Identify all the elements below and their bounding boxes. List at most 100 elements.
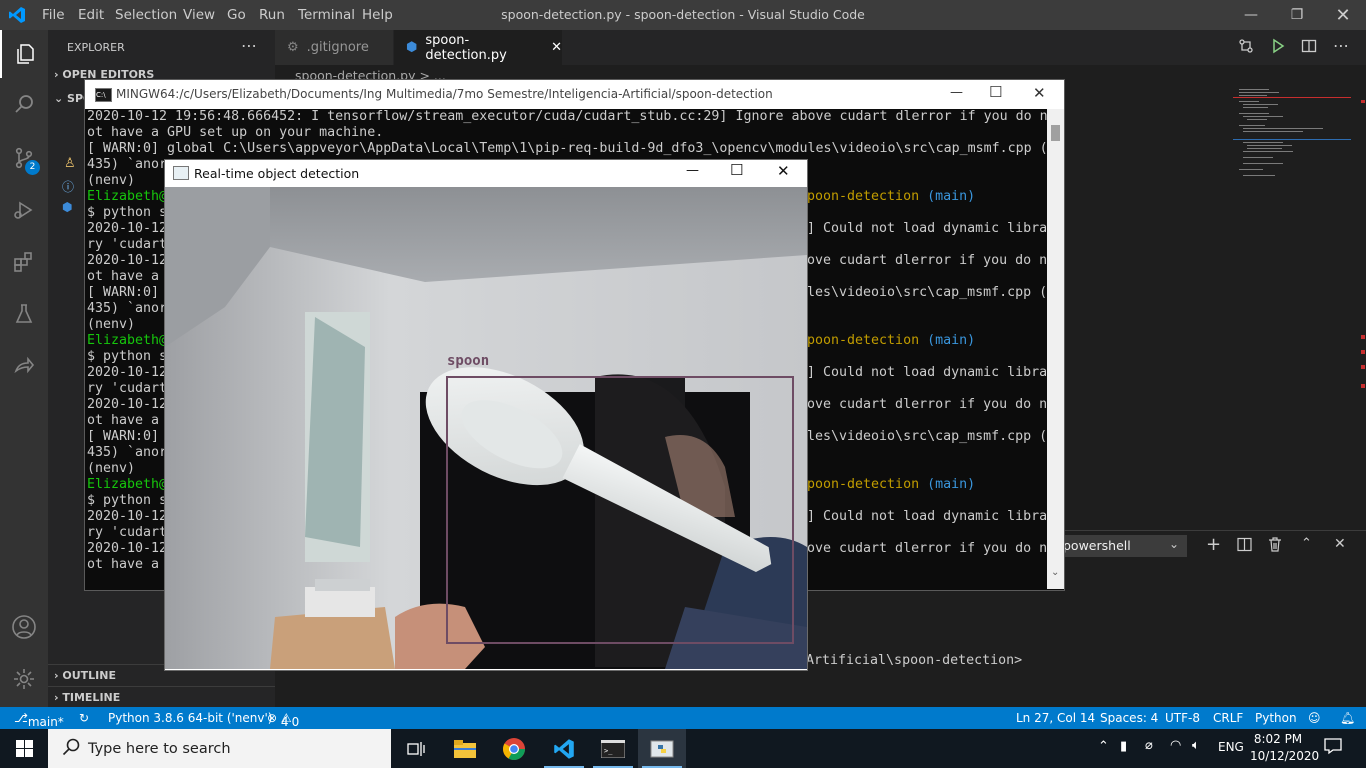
language-mode[interactable]: Python [1255,711,1297,725]
git-branch-label: (main) [919,333,976,348]
vscode-taskbar-icon[interactable] [540,729,588,768]
chrome-icon[interactable] [490,729,538,768]
activity-bar: 2 [0,30,48,707]
scrollbar-thumb[interactable] [1051,125,1060,141]
terminal-line-fragment: poon-detection (main) [807,333,975,349]
wifi-icon[interactable]: ◠ [1170,738,1181,753]
outline-section[interactable]: › OUTLINE [54,669,116,682]
maximize-button[interactable]: ☐ [989,83,1002,101]
more-actions-icon[interactable]: ⋯ [1333,36,1349,55]
terminal-line: ry 'cudart [87,525,168,540]
minimize-button[interactable]: — [686,163,699,178]
volume-icon[interactable]: 🔈︎ [1192,738,1200,753]
camera-frame: spoon [165,187,807,669]
terminal-line: ot have a [87,413,160,428]
run-debug-icon[interactable] [0,186,48,234]
account-icon[interactable] [0,603,48,651]
mingw-title-bar[interactable]: C:\ MINGW64:/c/Users/Elizabeth/Documents… [85,80,1064,109]
indentation[interactable]: Spaces: 4 [1100,711,1158,725]
minimize-button[interactable]: — [1228,0,1274,30]
minimize-button[interactable]: — [950,85,963,100]
terminal-shell-select[interactable]: powershell ⌄ [1063,535,1187,557]
network-icon[interactable]: ⌀ [1145,738,1153,753]
show-hidden-icons-icon[interactable]: ⌃ [1098,739,1109,754]
testing-flask-icon[interactable] [0,290,48,338]
source-control-icon[interactable]: 2 [0,134,48,182]
line-ending[interactable]: CRLF [1213,711,1243,725]
windows-start-icon[interactable] [0,729,48,768]
panel-prompt: Artificial\spoon-detection> [806,653,1023,668]
close-button[interactable]: ✕ [1320,0,1366,30]
clock-date: 10/12/2020 [1250,749,1320,763]
timeline-label: TIMELINE [62,691,121,704]
open-changes-icon[interactable] [1238,38,1254,58]
title-bar: File Edit Selection View Go Run Terminal… [0,0,1366,30]
mingw-title: MINGW64:/c/Users/Elizabeth/Documents/Ing… [116,87,773,101]
scrollbar[interactable]: ⌄ [1047,109,1064,589]
terminal-line-fragment: poon-detection (main) [807,477,975,493]
extensions-icon[interactable] [0,238,48,286]
split-terminal-icon[interactable] [1237,537,1252,556]
python-taskbar-icon[interactable] [638,729,686,768]
clock[interactable]: 8:02 PM 10/12/2020 [1250,731,1320,765]
split-editor-icon[interactable] [1301,38,1317,58]
maximize-panel-icon[interactable]: ⌃ [1301,536,1312,551]
app-window-icon [173,166,189,180]
run-python-file-icon[interactable] [1270,38,1286,58]
problems-status[interactable]: ⊗ 4 ⚠ 0 [267,711,299,729]
explorer-icon[interactable] [0,30,50,78]
terminal-fragment-text: ] Could not load dynamic libra [807,221,1047,236]
cursor-position[interactable]: Ln 27, Col 14 [1016,711,1095,725]
maximize-button[interactable]: ☐ [730,161,743,179]
python-file-icon: ⬢ [406,40,418,55]
terminal-line: 435) `anor [87,445,168,460]
timeline-section[interactable]: › TIMELINE [54,691,120,704]
detection-window[interactable]: Real-time object detection — ☐ ✕ spoon [164,159,808,671]
terminal-line-fragment: ] Could not load dynamic libra [807,365,1047,381]
detection-label: spoon [447,353,490,369]
python-interpreter[interactable]: Python 3.8.6 64-bit ('nenv') [108,711,272,725]
svg-text:>_: >_ [604,747,613,755]
branch-status[interactable]: ⎇ main* [14,711,64,729]
tab-gitignore[interactable]: ⚙ .gitignore [275,30,393,65]
terminal-fragment-text: les\videoio\src\cap_msmf.cpp ( [807,429,1047,444]
clock-time: 8:02 PM [1253,732,1303,746]
gear-file-icon: ⚙ [287,40,299,55]
trash-icon[interactable] [1268,537,1282,556]
close-button[interactable]: ✕ [777,162,790,180]
close-tab-icon[interactable]: ✕ [551,40,562,55]
new-terminal-icon[interactable]: + [1206,534,1221,555]
encoding[interactable]: UTF-8 [1165,711,1200,725]
search-placeholder: Type here to search [88,740,231,757]
feedback-icon[interactable]: ☺ [1308,711,1321,725]
terminal-fragment-text: ] Could not load dynamic libra [807,365,1047,380]
scroll-down-icon[interactable]: ⌄ [1051,567,1059,578]
tab-spoon-detection[interactable]: ⬢ spoon-detection.py ✕ [394,30,562,65]
close-button[interactable]: ✕ [1033,84,1046,102]
settings-gear-icon[interactable] [0,655,48,703]
terminal-line: [ WARN:0] [87,429,160,444]
terminal-line: Elizabeth@ [87,333,168,348]
chevron-down-icon: ⌄ [1169,537,1180,551]
terminal-line: 2020-10-12 [87,365,168,380]
more-actions-icon[interactable]: ⋯ [241,36,257,55]
terminal-line: 2020-10-12 [87,397,168,412]
notifications-bell-icon[interactable]: 🔔︎ [1340,711,1355,725]
battery-icon[interactable]: ▮ [1120,739,1127,754]
terminal-line: Elizabeth@ [87,189,168,204]
restore-button[interactable]: ❐ [1274,0,1320,30]
terminal-line: 2020-10-12 19:56:48.666452: I tensorflow… [87,109,1047,124]
search-icon[interactable] [0,80,48,128]
detection-title-bar[interactable]: Real-time object detection — ☐ ✕ [165,160,807,187]
task-view-icon[interactable] [392,729,440,768]
close-panel-icon[interactable]: ✕ [1334,536,1346,552]
live-share-icon[interactable] [0,342,48,390]
minimap[interactable] [1233,87,1351,187]
sync-icon[interactable]: ↻ [79,711,89,725]
mingw-taskbar-icon[interactable]: >_ [589,729,637,768]
input-language[interactable]: ENG [1218,740,1244,754]
action-center-icon[interactable] [1324,737,1342,759]
taskbar-search[interactable]: Type here to search [48,729,391,768]
file-explorer-icon[interactable] [441,729,489,768]
git-branch-label: (main) [919,477,976,492]
